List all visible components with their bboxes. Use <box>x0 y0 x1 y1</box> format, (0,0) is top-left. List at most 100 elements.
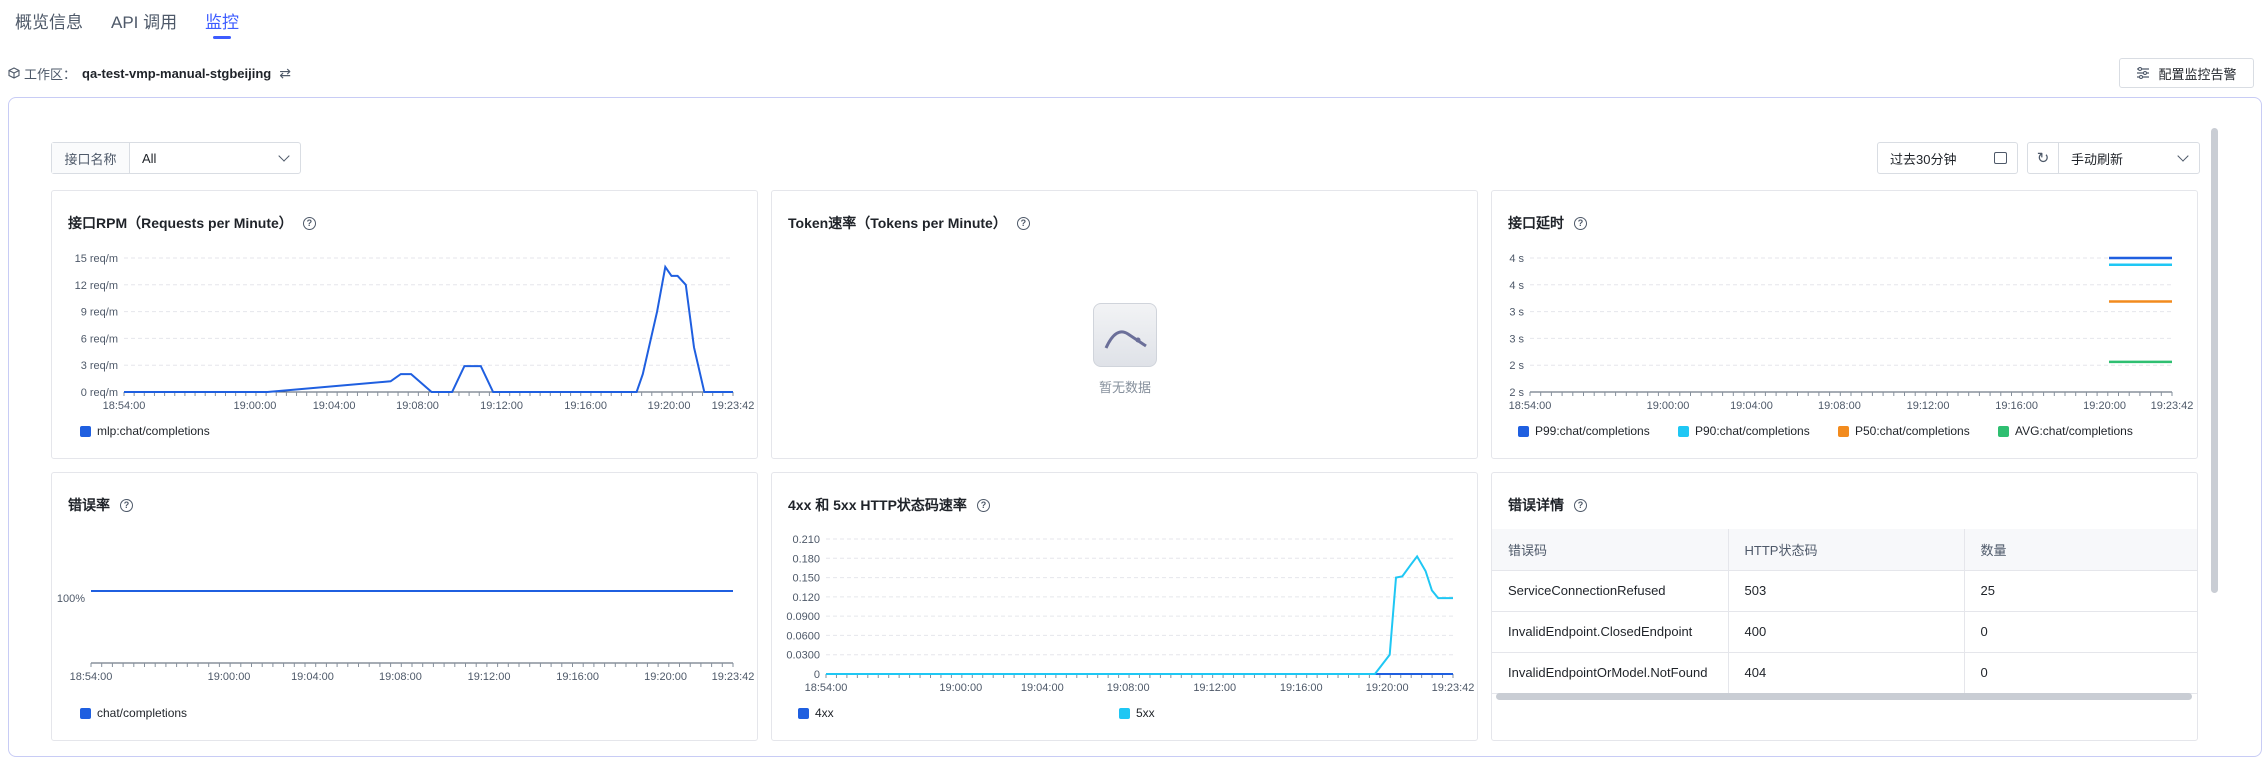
y-tick-label: 0.180 <box>792 553 820 565</box>
refresh-icon: ↻ <box>2036 150 2050 167</box>
error-detail-card: 错误详情? 错误码 HTTP状态码 数量 ServiceConnectionRe… <box>1491 472 2198 741</box>
api-name-value: All <box>142 150 157 166</box>
x-tick-label: 19:20:00 <box>648 400 691 412</box>
x-tick-label: 19:08:00 <box>379 671 422 683</box>
y-tick-label: 0.0600 <box>786 630 820 642</box>
y-tick-label: 2 s <box>1509 387 1524 399</box>
count-cell: 0 <box>1963 611 2197 653</box>
status-legend-5xx[interactable]: 5xx <box>1119 706 1155 720</box>
y-tick-label: 0.0900 <box>786 611 820 623</box>
rpm-legend[interactable]: mlp:chat/completions <box>80 424 210 438</box>
refresh-button[interactable]: ↻ <box>2027 142 2059 174</box>
x-tick-label: 19:16:00 <box>556 671 599 683</box>
empty-state: 暂无数据 <box>1085 303 1165 396</box>
legend-swatch <box>80 707 91 719</box>
y-tick-label: 15 req/m <box>75 253 118 265</box>
column-header-count[interactable]: 数量 <box>1963 529 2197 571</box>
configure-alarm-button[interactable]: 配置监控告警 <box>2119 58 2254 88</box>
api-name-label: 接口名称 <box>52 143 130 173</box>
column-header-error-code[interactable]: 错误码 <box>1492 529 1728 571</box>
y-tick-label: 3 req/m <box>81 360 118 372</box>
x-tick-label: 19:08:00 <box>1107 682 1150 694</box>
count-cell: 0 <box>1963 652 2197 694</box>
column-header-http-status[interactable]: HTTP状态码 <box>1727 529 1964 571</box>
legend-label: mlp:chat/completions <box>97 424 210 438</box>
token-chart-card: Token速率（Tokens per Minute）? 暂无数据 <box>771 190 1478 459</box>
y-tick-label: 0.0300 <box>786 650 820 662</box>
x-tick-label: 19:00:00 <box>208 671 251 683</box>
y-tick-label: 4 s <box>1509 280 1524 292</box>
workspace-name: qa-test-vmp-manual-stgbeijing <box>82 65 272 81</box>
active-tab-indicator <box>213 36 231 39</box>
x-tick-label: 19:04:00 <box>1730 400 1773 412</box>
http-status-cell: 400 <box>1727 611 1964 653</box>
y-tick-label: 12 req/m <box>75 280 118 292</box>
x-tick-label: 19:12:00 <box>1907 400 1950 412</box>
switch-workspace-icon[interactable]: ⇄ <box>279 65 291 82</box>
x-tick-label: 19:12:00 <box>1193 682 1236 694</box>
legend-swatch <box>80 425 91 437</box>
token-chart-title: Token速率（Tokens per Minute） <box>788 215 1007 231</box>
settings-sliders-icon <box>2137 67 2150 79</box>
latency-chart-card: 接口延时? 2 s2 s3 s3 s4 s4 s 18:54:00 19:00:00… <box>1491 190 2198 459</box>
x-tick-label: 19:23:42 <box>1432 682 1475 694</box>
x-tick-label: 19:08:00 <box>1818 400 1861 412</box>
calendar-icon <box>1994 152 2007 164</box>
empty-text: 暂无数据 <box>1098 380 1151 395</box>
x-tick-label: 18:54:00 <box>70 671 113 683</box>
x-tick-label: 19:08:00 <box>396 400 439 412</box>
latency-legend-p99[interactable]: P99:chat/completions <box>1518 424 1650 438</box>
api-name-select[interactable]: All <box>130 143 300 173</box>
status-series-line <box>826 554 1453 675</box>
y-tick-label: 0 req/m <box>81 387 118 399</box>
time-range-picker[interactable]: 过去30分钟 <box>1877 142 2018 174</box>
refresh-mode-select[interactable]: 手动刷新 <box>2058 142 2200 174</box>
error-rate-chart: 100% 18:54:00 19:00:00 19:04:00 19:08:00 19:1… <box>57 590 755 683</box>
latency-legend-avg[interactable]: AVG:chat/completions <box>1998 424 2133 438</box>
horizontal-scrollbar[interactable] <box>1496 693 2192 700</box>
error-rate-legend[interactable]: chat/completions <box>80 706 187 720</box>
tab-overview[interactable]: 概览信息 <box>15 8 83 33</box>
y-tick-label: 0.120 <box>792 592 820 604</box>
table-row: InvalidEndpointOrModel.NotFound 404 0 <box>1492 652 2197 694</box>
x-tick-label: 19:04:00 <box>1021 682 1064 694</box>
rpm-series-line <box>124 264 733 393</box>
legend-label: 5xx <box>1136 706 1155 720</box>
x-tick-label: 19:00:00 <box>1647 400 1690 412</box>
help-icon[interactable]: ? <box>1574 498 1587 512</box>
error-detail-title: 错误详情 <box>1508 497 1564 513</box>
legend-label: P90:chat/completions <box>1695 424 1810 438</box>
error-code-cell: ServiceConnectionRefused <box>1492 570 1728 612</box>
latency-legend-p90[interactable]: P90:chat/completions <box>1678 424 1810 438</box>
legend-label: P50:chat/completions <box>1855 424 1970 438</box>
x-tick-label: 19:23:42 <box>2151 400 2194 412</box>
y-tick-label: 0.150 <box>792 573 820 585</box>
status-code-chart: 0 0.0300 0.0600 0.0900 0.120 0.150 0.180 0.210 1… <box>786 534 1475 694</box>
x-tick-label: 18:54:00 <box>103 400 146 412</box>
x-tick-label: 19:20:00 <box>644 671 687 683</box>
empty-chart-icon <box>1093 303 1157 367</box>
rpm-chart: 0 req/m 3 req/m 6 req/m 9 req/m 12 req/m 15 r… <box>75 253 755 412</box>
api-name-filter: 接口名称 All <box>51 142 301 174</box>
x-tick-label: 19:00:00 <box>234 400 277 412</box>
x-tick-label: 19:16:00 <box>564 400 607 412</box>
tab-monitoring[interactable]: 监控 <box>205 8 239 33</box>
legend-label: P99:chat/completions <box>1535 424 1650 438</box>
chevron-down-icon <box>2177 150 2189 162</box>
status-code-chart-card: 4xx 和 5xx HTTP状态码速率? 0 0.0300 0.0600 0.0900… <box>771 472 1478 741</box>
latency-legend-p50[interactable]: P50:chat/completions <box>1838 424 1970 438</box>
table-row: ServiceConnectionRefused 503 25 <box>1492 570 2197 612</box>
tab-api-calls[interactable]: API 调用 <box>111 8 177 33</box>
vertical-scrollbar[interactable] <box>2211 128 2218 593</box>
x-tick-label: 19:04:00 <box>291 671 334 683</box>
x-tick-label: 18:54:00 <box>1509 400 1552 412</box>
x-tick-label: 19:23:42 <box>712 671 755 683</box>
x-tick-label: 19:16:00 <box>1995 400 2038 412</box>
rpm-chart-card: 接口RPM（Requests per Minute）? 0 req/m 3 req… <box>51 190 758 459</box>
help-icon[interactable]: ? <box>1016 216 1030 230</box>
status-legend-4xx[interactable]: 4xx <box>798 706 834 720</box>
legend-label: 4xx <box>815 706 834 720</box>
error-detail-title-row: 错误详情? <box>1508 495 1587 515</box>
time-range-value: 过去30分钟 <box>1890 151 1957 167</box>
http-status-cell: 404 <box>1727 652 1964 694</box>
